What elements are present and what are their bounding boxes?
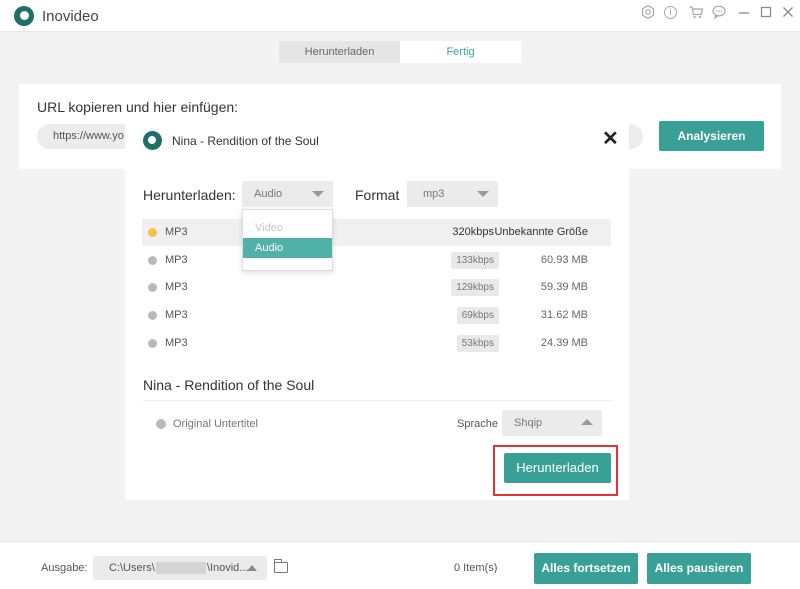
analyze-button[interactable]: Analysieren: [659, 121, 764, 151]
divider: [143, 400, 613, 401]
language-select[interactable]: Shqip: [502, 410, 602, 436]
title-bar: Inovideo i: [0, 0, 800, 32]
row-format: MP3: [165, 337, 188, 349]
resume-all-button[interactable]: Alles fortsetzen: [534, 553, 638, 584]
output-path-prefix: C:\Users\: [109, 562, 155, 574]
download-type-dropdown: Video Audio: [242, 209, 333, 271]
main-tabs: Herunterladen Fertig: [279, 41, 521, 63]
row-bitrate: 133kbps: [451, 252, 499, 269]
output-label: Ausgabe:: [41, 562, 88, 574]
subtitle-label: Original Untertitel: [173, 418, 258, 430]
format-select[interactable]: mp3: [407, 181, 498, 207]
output-path-suffix: \Inovid...: [206, 562, 249, 574]
radio-indicator: [148, 283, 157, 292]
song-name: Nina - Rendition of the Soul: [143, 377, 315, 393]
subtitle-radio[interactable]: [156, 419, 166, 429]
radio-indicator: [148, 311, 157, 320]
cart-icon[interactable]: [687, 4, 705, 22]
feedback-icon[interactable]: [710, 4, 728, 22]
tab-fertig[interactable]: Fertig: [400, 41, 521, 63]
info-icon[interactable]: i: [664, 6, 677, 19]
quality-row[interactable]: MP3 320kbps Unbekannte Größe: [142, 219, 611, 246]
quality-row[interactable]: MP3 129kbps 59.39 MB: [142, 274, 611, 301]
maximize-icon[interactable]: [757, 4, 775, 22]
download-dialog: Nina - Rendition of the Soul ✕ Herunterl…: [125, 120, 629, 500]
row-size: 60.93 MB: [540, 254, 588, 266]
chevron-down-icon: [477, 191, 489, 197]
row-bitrate: 53kbps: [456, 335, 499, 352]
quality-row[interactable]: MP3 133kbps 60.93 MB: [142, 247, 611, 274]
format-value: mp3: [423, 188, 445, 200]
quality-row[interactable]: MP3 53kbps 24.39 MB: [142, 330, 611, 357]
radio-indicator: [148, 339, 157, 348]
row-size: 59.39 MB: [540, 281, 588, 293]
row-bitrate: 129kbps: [451, 279, 499, 296]
dropdown-option-video[interactable]: Video: [243, 218, 332, 238]
caret-up-icon: [247, 565, 257, 571]
items-count: 0 Item(s): [454, 562, 498, 574]
format-label: Format: [355, 187, 400, 203]
row-bitrate: 69kbps: [456, 307, 499, 324]
language-value: Shqip: [514, 417, 543, 429]
app-title: Inovideo: [42, 8, 99, 25]
quality-row[interactable]: MP3 69kbps 31.62 MB: [142, 302, 611, 329]
row-size: 31.62 MB: [540, 309, 588, 321]
row-size: 24.39 MB: [540, 337, 588, 349]
folder-icon[interactable]: [274, 559, 288, 573]
download-type-label: Herunterladen:: [143, 187, 236, 203]
chevron-up-icon: [581, 419, 593, 425]
language-label: Sprache: [457, 418, 498, 430]
dropdown-option-audio[interactable]: Audio: [243, 238, 332, 258]
row-bitrate: 320kbps: [452, 226, 494, 238]
highlight-box: [493, 445, 618, 496]
output-path-select[interactable]: C:\Users\ \Inovid...: [93, 556, 267, 580]
dialog-logo-icon: [143, 131, 162, 150]
row-format: MP3: [165, 309, 188, 321]
row-size: Unbekannte Größe: [494, 226, 588, 238]
settings-icon[interactable]: [639, 4, 657, 22]
minimize-icon[interactable]: [735, 4, 753, 22]
download-type-select[interactable]: Audio: [242, 181, 333, 207]
row-format: MP3: [165, 226, 188, 238]
footer-bar: Ausgabe: C:\Users\ \Inovid... 0 Item(s) A…: [0, 541, 800, 589]
close-icon[interactable]: [779, 4, 797, 22]
radio-indicator: [148, 256, 157, 265]
redacted-username: [155, 562, 206, 575]
chevron-down-icon: [312, 191, 324, 197]
row-format: MP3: [165, 254, 188, 266]
download-type-value: Audio: [254, 188, 283, 200]
row-format: MP3: [165, 281, 188, 293]
dialog-title: Nina - Rendition of the Soul: [172, 134, 319, 148]
tab-herunterladen[interactable]: Herunterladen: [279, 41, 400, 63]
app-logo-icon: [14, 6, 34, 26]
pause-all-button[interactable]: Alles pausieren: [647, 553, 751, 584]
url-label: URL kopieren und hier einfügen:: [37, 99, 239, 115]
dialog-close-icon[interactable]: ✕: [602, 126, 619, 151]
radio-indicator: [148, 228, 157, 237]
